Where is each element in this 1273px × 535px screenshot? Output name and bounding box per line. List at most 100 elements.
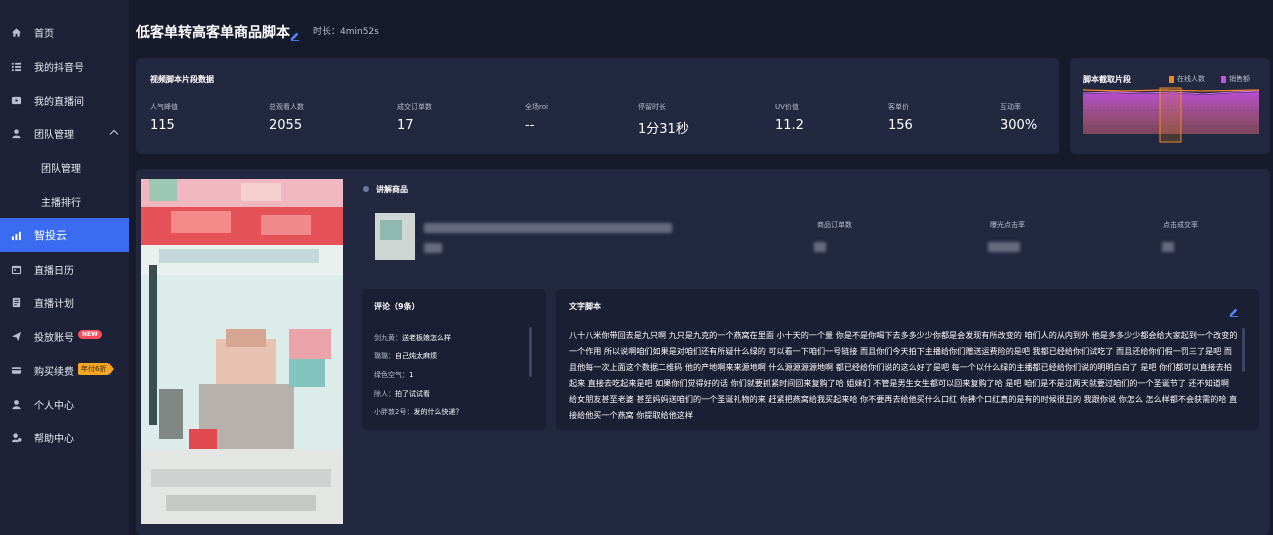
- product-column-label: 商品订单数: [817, 221, 852, 229]
- sidebar-item-ad-account[interactable]: 投放账号 NEW: [0, 319, 129, 353]
- stat-value: 2055: [269, 118, 303, 133]
- stat-value: 17: [397, 118, 414, 133]
- stat-value: 156: [888, 118, 913, 133]
- product-name-blurred: [424, 223, 672, 233]
- user-icon: [11, 399, 22, 410]
- sidebar-item-label: 团队管理: [34, 129, 74, 141]
- chevron-up-icon: [109, 129, 119, 139]
- legend-swatch: [1221, 75, 1226, 83]
- comment-text: 1: [409, 371, 414, 379]
- comment-item: 璐璐：自己炖太麻烦: [374, 351, 437, 361]
- stat-value: 11.2: [775, 118, 804, 133]
- script-scrollbar[interactable]: [1242, 328, 1245, 372]
- product-value-blurred: [988, 242, 1020, 252]
- comment-item: 绿色空气：1: [374, 370, 413, 380]
- stat-label: 停留时长: [638, 103, 666, 111]
- clip-card-title: 脚本截取片段: [1083, 75, 1131, 84]
- comment-text: 发的什么快递？: [413, 408, 463, 416]
- stat-label: UV价值: [775, 103, 799, 111]
- sidebar-item-label: 我的直播间: [34, 96, 84, 108]
- sidebar-item-label: 直播计划: [34, 298, 74, 310]
- section-dot-icon: [363, 186, 369, 192]
- video-preview[interactable]: [141, 179, 343, 524]
- script-title: 文字脚本: [569, 302, 601, 311]
- card-icon: [11, 365, 22, 376]
- team-icon: [11, 128, 22, 139]
- clip-selection[interactable]: [1159, 87, 1182, 143]
- stat-label: 总观看人数: [269, 103, 304, 111]
- stat-label: 人气峰值: [150, 103, 178, 111]
- comment-user: 小胖敦2号：: [374, 408, 414, 416]
- stat-label: 成交订单数: [397, 103, 432, 111]
- stat-label: 客单价: [888, 103, 909, 111]
- product-price-blurred: [424, 243, 442, 253]
- sidebar-item-label: 我的抖音号: [34, 62, 84, 74]
- sidebar-item-label: 投放账号: [34, 332, 74, 344]
- product-thumbnail-detail: [380, 220, 402, 240]
- clip-timeline-chart: [1083, 87, 1259, 143]
- sidebar-item-zhitouyun[interactable]: 智投云: [0, 218, 129, 252]
- comment-user: 绿色空气：: [374, 371, 409, 379]
- comment-text: 拍了试试看: [395, 390, 430, 398]
- stat-value: 300%: [1000, 118, 1038, 133]
- product-section-title: 讲解商品: [376, 185, 408, 194]
- duration-label: 时长：4min52s: [313, 27, 379, 37]
- stat-value: 115: [150, 118, 175, 133]
- comment-item: 小胖敦2号：发的什么快递？: [374, 407, 462, 417]
- sidebar: 首页 我的抖音号 我的直播间 团队管理 团队管理 主播排行 智投云 直播日历 直…: [0, 0, 129, 535]
- product-value-blurred: [814, 242, 826, 252]
- stat-label: 互动率: [1000, 103, 1021, 111]
- help-icon: [11, 432, 22, 443]
- sidebar-item-label: 帮助中心: [34, 433, 74, 445]
- stat-value: 1分31秒: [638, 122, 689, 137]
- calendar-icon: [11, 264, 22, 275]
- sidebar-item-label: 团队管理: [41, 163, 81, 175]
- product-column-label: 点击成交率: [1163, 221, 1198, 229]
- comment-text: 自己炖太麻烦: [395, 352, 437, 360]
- sidebar-item-label: 首页: [34, 28, 54, 40]
- comments-title: 评论（9条）: [374, 302, 420, 311]
- comment-item: 除人：拍了试试看: [374, 389, 430, 399]
- product-column-label: 曝光点击率: [990, 221, 1025, 229]
- sidebar-item-team-management[interactable]: 团队管理: [0, 116, 129, 150]
- live-icon: [11, 95, 22, 106]
- send-icon: [11, 331, 22, 342]
- legend-label: 销售额: [1229, 75, 1250, 83]
- sidebar-item-live-room[interactable]: 我的直播间: [0, 83, 129, 117]
- discount-badge: 年付6折: [78, 363, 116, 375]
- page-title: 低客单转高客单商品脚本: [136, 25, 290, 41]
- sidebar-item-douyin[interactable]: 我的抖音号: [0, 49, 129, 83]
- comment-user: 除人：: [374, 390, 395, 398]
- sidebar-item-label: 智投云: [34, 229, 67, 242]
- comment-item: 剑九黄：送老板娘怎么样: [374, 333, 451, 343]
- sidebar-item-label: 购买续费: [34, 366, 74, 378]
- legend-item: 在线人数: [1169, 74, 1205, 84]
- edit-icon[interactable]: [290, 26, 300, 41]
- legend-swatch: [1169, 75, 1174, 83]
- stat-label: 全场roi: [525, 103, 548, 111]
- sidebar-item-personal-center[interactable]: 个人中心: [0, 387, 129, 421]
- list-icon: [11, 61, 22, 72]
- edit-script-icon[interactable]: [1229, 302, 1239, 317]
- sidebar-subitem-anchor-ranking[interactable]: 主播排行: [0, 184, 129, 218]
- legend-item: 销售额: [1221, 74, 1250, 84]
- comments-scrollbar[interactable]: [529, 327, 532, 377]
- sidebar-item-help-center[interactable]: 帮助中心: [0, 420, 129, 454]
- sidebar-item-renewal[interactable]: 购买续费 年付6折: [0, 353, 129, 387]
- plan-icon: [11, 297, 22, 308]
- chart-icon: [11, 230, 22, 241]
- new-badge: NEW: [78, 330, 102, 339]
- script-text: 八十八米你带回去是九只啊 九只是九克的一个燕窝在里面 小十天的一个量 你是不是你…: [569, 330, 1238, 420]
- stat-value: --: [525, 118, 535, 133]
- sidebar-item-label: 直播日历: [34, 265, 74, 277]
- sidebar-subitem-team-management[interactable]: 团队管理: [0, 150, 129, 184]
- sidebar-item-home[interactable]: 首页: [0, 15, 129, 49]
- product-value-blurred: [1162, 242, 1174, 252]
- sidebar-item-live-calendar[interactable]: 直播日历: [0, 252, 129, 286]
- comment-user: 璐璐：: [374, 352, 395, 360]
- home-icon: [11, 27, 22, 38]
- stats-card-title: 视频脚本片段数据: [150, 75, 214, 84]
- sidebar-item-live-plan[interactable]: 直播计划: [0, 285, 129, 319]
- sidebar-item-label: 个人中心: [34, 400, 74, 412]
- sidebar-item-label: 主播排行: [41, 197, 81, 209]
